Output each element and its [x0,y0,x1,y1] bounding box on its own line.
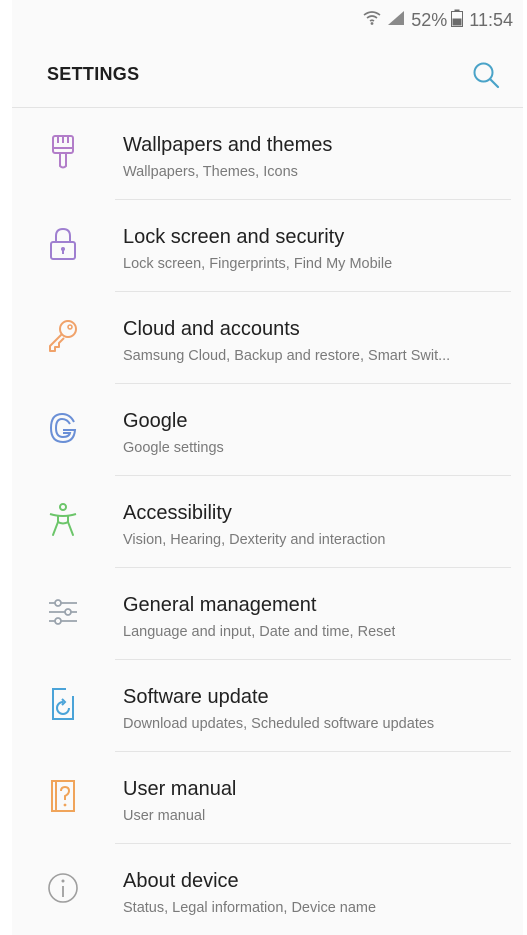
settings-item-user-manual[interactable]: User manual User manual [12,752,523,844]
lock-icon [46,226,80,262]
info-icon [46,870,80,906]
settings-item-sub: Samsung Cloud, Backup and restore, Smart… [123,348,451,364]
question-book-icon [46,778,80,814]
app-header: SETTINGS [12,40,523,108]
accessibility-icon [46,502,80,538]
settings-item-sub: Language and input, Date and time, Reset [123,624,396,640]
settings-screen: 52% 11:54 SETTINGS Wallpapers and themes… [0,0,527,935]
settings-item-sub: User manual [123,808,206,824]
settings-item-wallpapers-and-themes[interactable]: Wallpapers and themes Wallpapers, Themes… [12,108,523,200]
settings-list: Wallpapers and themes Wallpapers, Themes… [12,108,523,935]
settings-item-sub: Wallpapers, Themes, Icons [123,164,298,180]
wifi-icon [363,10,381,31]
settings-item-sub: Vision, Hearing, Dexterity and interacti… [123,532,386,548]
settings-item-google[interactable]: Google Google settings [12,384,523,476]
settings-item-accessibility[interactable]: Accessibility Vision, Hearing, Dexterity… [12,476,523,568]
settings-item-sub: Download updates, Scheduled software upd… [123,716,435,732]
settings-item-lock-screen-and-security[interactable]: Lock screen and security Lock screen, Fi… [12,200,523,292]
settings-item-sub: Status, Legal information, Device name [123,900,377,916]
sliders-icon [46,594,80,630]
settings-item-about-device[interactable]: About device Status, Legal information, … [12,844,523,935]
settings-item-label: About device [123,870,239,892]
settings-item-label: Cloud and accounts [123,318,300,340]
software-update-icon [46,686,80,722]
settings-item-label: Wallpapers and themes [123,134,333,156]
settings-item-label: Accessibility [123,502,232,524]
clock: 11:54 [469,9,513,30]
settings-item-sub: Lock screen, Fingerprints, Find My Mobil… [123,256,393,272]
settings-item-cloud-and-accounts[interactable]: Cloud and accounts Samsung Cloud, Backup… [12,292,523,384]
settings-item-label: Lock screen and security [123,226,345,248]
status-bar: 52% 11:54 [12,0,523,40]
battery-percent: 52% [411,9,448,30]
settings-item-software-update[interactable]: Software update Download updates, Schedu… [12,660,523,752]
search-icon [473,62,500,89]
settings-item-label: Software update [123,686,269,708]
settings-item-label: General management [123,594,317,616]
settings-item-label: Google [123,410,188,432]
settings-item-general-management[interactable]: General management Language and input, D… [12,568,523,660]
paintbrush-icon [46,134,80,170]
signal-icon [387,10,405,31]
key-icon [46,318,80,354]
settings-item-label: User manual [123,778,237,800]
google-icon [46,410,80,446]
page-title: SETTINGS [47,64,140,84]
battery-icon [451,9,464,32]
search-button[interactable] [471,60,501,90]
settings-item-sub: Google settings [123,440,224,456]
